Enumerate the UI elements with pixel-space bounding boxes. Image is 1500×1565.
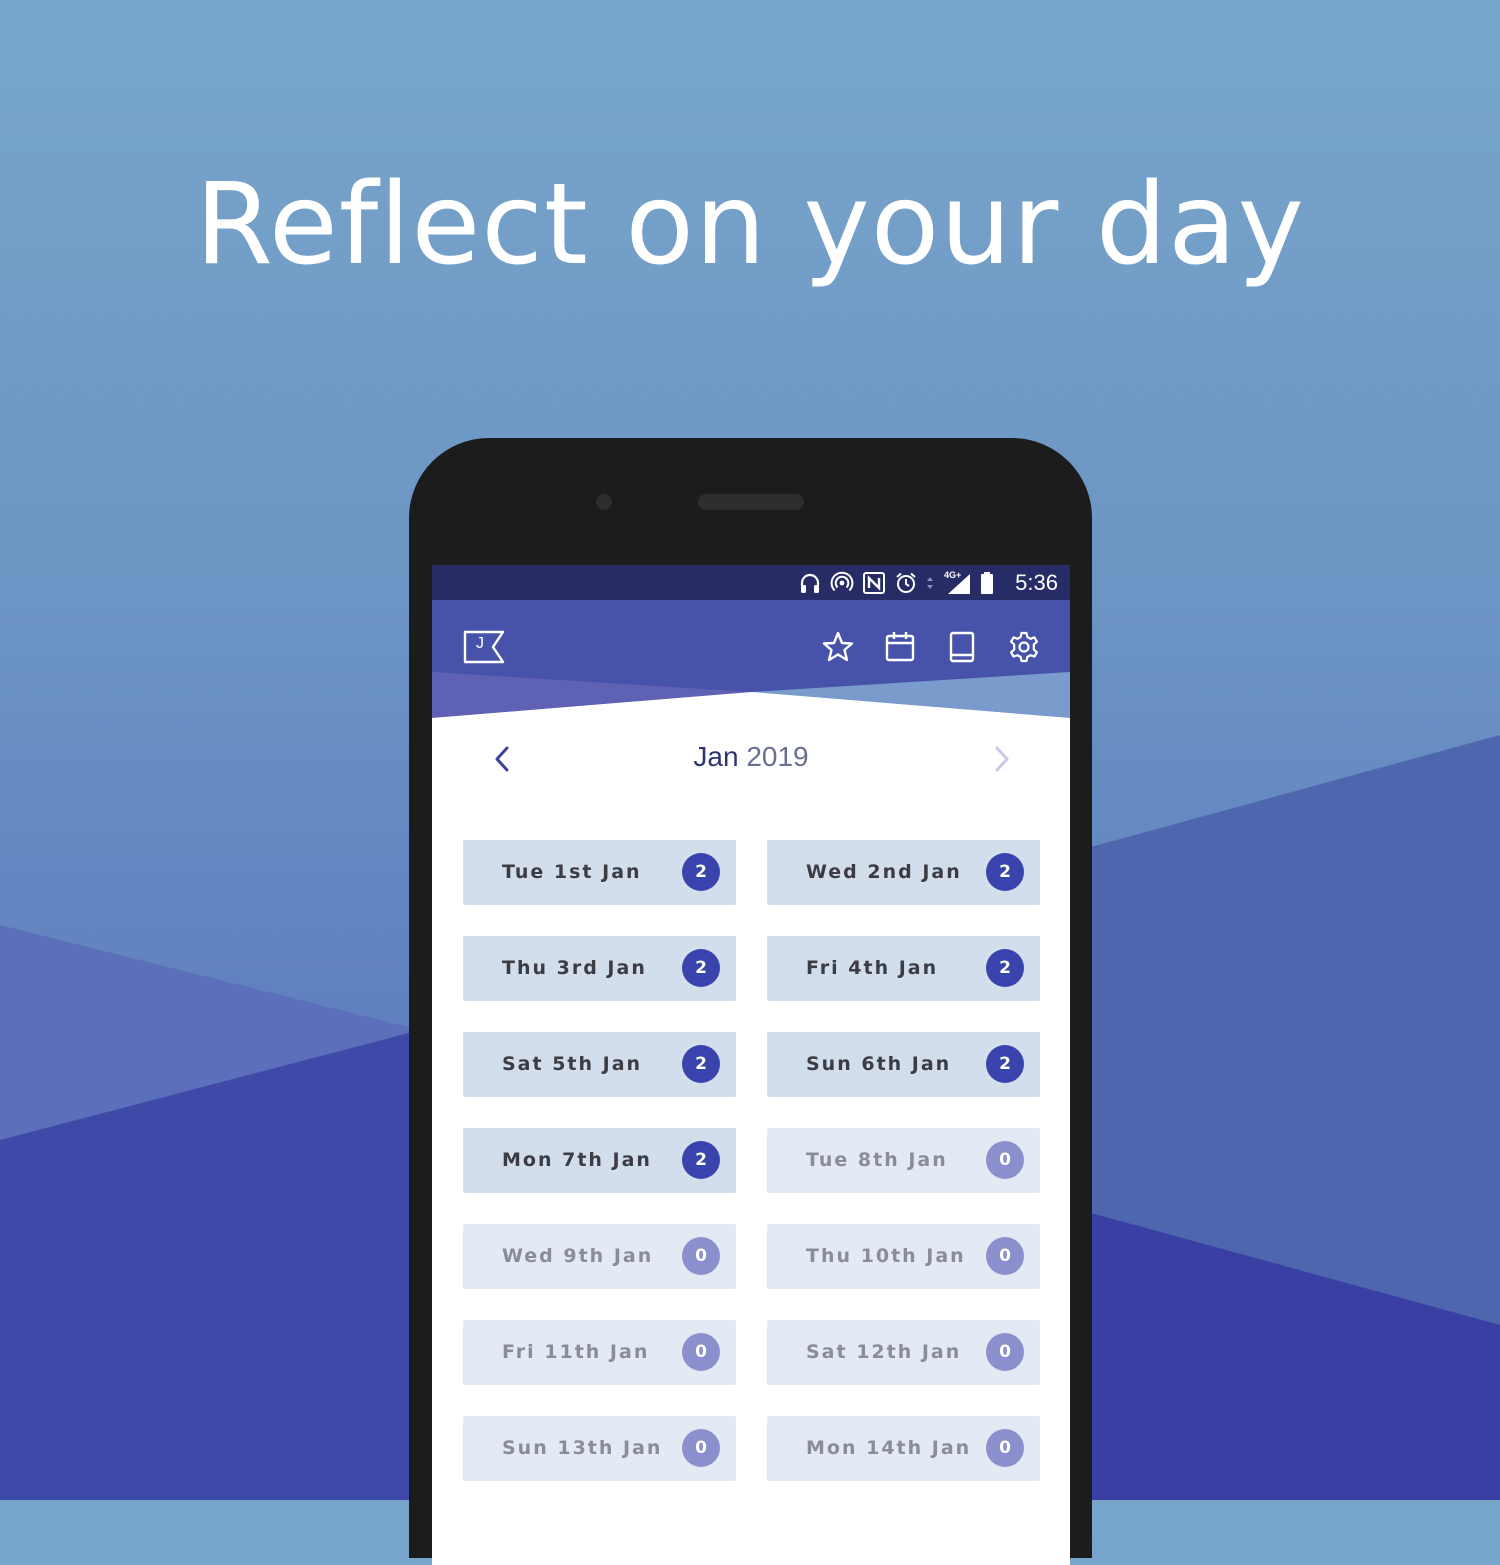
entry-count-badge: 0: [986, 1333, 1024, 1371]
day-card[interactable]: Sat 12th Jan 0: [767, 1320, 1040, 1385]
battery-icon: [981, 572, 993, 594]
day-label: Sun 6th Jan: [806, 1053, 952, 1075]
month-label: Jan: [693, 741, 739, 772]
entry-count-badge: 2: [682, 1045, 720, 1083]
day-label: Mon 7th Jan: [502, 1149, 652, 1171]
day-card[interactable]: Thu 3rd Jan 2: [463, 936, 736, 1001]
entry-count-badge: 2: [986, 1045, 1024, 1083]
network-type-label: 4G+: [944, 570, 961, 580]
day-label: Fri 4th Jan: [806, 957, 939, 979]
entry-count-badge: 0: [682, 1429, 720, 1467]
logo-letter: J: [476, 635, 484, 652]
entry-count-badge: 2: [986, 853, 1024, 891]
day-list: Tue 1st Jan 2 Wed 2nd Jan 2 Thu 3rd Jan 2 F…: [463, 840, 1041, 1481]
phone-frame: 4G+ 5:36 J Jan 2019 Tue 1st Jan 2 Wed 2n…: [409, 438, 1092, 1565]
nfc-icon: [863, 572, 885, 594]
star-icon[interactable]: [821, 630, 855, 664]
day-card[interactable]: Mon 14th Jan 0: [767, 1416, 1040, 1481]
app-logo[interactable]: J: [463, 630, 505, 664]
day-label: Mon 14th Jan: [806, 1437, 972, 1459]
day-label: Sun 13th Jan: [502, 1437, 663, 1459]
day-label: Thu 10th Jan: [806, 1245, 966, 1267]
day-card[interactable]: Sun 6th Jan 2: [767, 1032, 1040, 1097]
entry-count-badge: 0: [682, 1333, 720, 1371]
status-bar: 4G+ 5:36: [432, 565, 1070, 600]
alarm-icon: [896, 572, 916, 593]
day-card[interactable]: Wed 9th Jan 0: [463, 1224, 736, 1289]
day-card[interactable]: Fri 11th Jan 0: [463, 1320, 736, 1385]
day-card[interactable]: Wed 2nd Jan 2: [767, 840, 1040, 905]
day-card[interactable]: Tue 8th Jan 0: [767, 1128, 1040, 1193]
day-label: Sat 12th Jan: [806, 1341, 962, 1363]
day-card[interactable]: Tue 1st Jan 2: [463, 840, 736, 905]
signal-icon: 4G+: [944, 570, 970, 594]
day-label: Wed 2nd Jan: [806, 861, 962, 883]
day-label: Sat 5th Jan: [502, 1053, 643, 1075]
day-card[interactable]: Fri 4th Jan 2: [767, 936, 1040, 1001]
app-bar: J: [432, 600, 1070, 718]
status-time: 5:36: [1015, 570, 1058, 595]
book-icon[interactable]: [945, 630, 979, 664]
headline: Reflect on your day: [195, 160, 1305, 290]
day-card[interactable]: Sun 13th Jan 0: [463, 1416, 736, 1481]
phone-camera: [596, 494, 612, 510]
data-arrows-icon: [927, 577, 933, 589]
day-label: Wed 9th Jan: [502, 1245, 654, 1267]
entry-count-badge: 2: [682, 1141, 720, 1179]
year-label: 2019: [746, 741, 809, 772]
entry-count-badge: 0: [986, 1237, 1024, 1275]
calendar-icon[interactable]: [883, 630, 917, 664]
phone-speaker: [698, 494, 804, 510]
day-label: Fri 11th Jan: [502, 1341, 650, 1363]
day-label: Thu 3rd Jan: [502, 957, 647, 979]
entry-count-badge: 0: [986, 1141, 1024, 1179]
settings-icon[interactable]: [1007, 630, 1041, 664]
chevron-right-icon[interactable]: [990, 743, 1014, 775]
entry-count-badge: 2: [682, 949, 720, 987]
day-label: Tue 8th Jan: [806, 1149, 948, 1171]
day-card[interactable]: Thu 10th Jan 0: [767, 1224, 1040, 1289]
entry-count-badge: 0: [682, 1237, 720, 1275]
month-navigation: Jan 2019: [432, 735, 1070, 785]
entry-count-badge: 0: [986, 1429, 1024, 1467]
headphones-icon: [800, 573, 820, 593]
phone-screen: 4G+ 5:36 J Jan 2019 Tue 1st Jan 2 Wed 2n…: [432, 565, 1070, 1565]
month-title: Jan 2019: [432, 741, 1070, 773]
day-card[interactable]: Mon 7th Jan 2: [463, 1128, 736, 1193]
entry-count-badge: 2: [986, 949, 1024, 987]
day-card[interactable]: Sat 5th Jan 2: [463, 1032, 736, 1097]
entry-count-badge: 2: [682, 853, 720, 891]
day-label: Tue 1st Jan: [502, 861, 642, 883]
hotspot-icon: [830, 571, 854, 592]
